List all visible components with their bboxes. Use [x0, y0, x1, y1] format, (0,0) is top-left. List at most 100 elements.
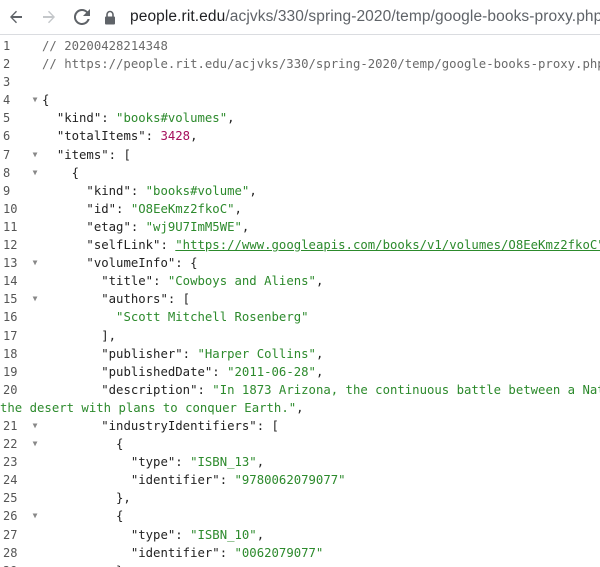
fold-arrow-icon[interactable]: ▼ — [28, 507, 42, 525]
json-string: "0062079077" — [234, 545, 324, 560]
code-text: "type": "ISBN_10", — [42, 526, 264, 544]
line-number-gutter: 20 — [0, 381, 42, 399]
json-punctuation: : — [219, 473, 235, 488]
reload-icon[interactable] — [67, 2, 97, 32]
code-line: 18 "publisher": "Harper Collins", — [0, 345, 600, 363]
json-punctuation: : — [219, 545, 235, 560]
code-line: 2 // https://people.rit.edu/acjvks/330/sp… — [0, 55, 600, 73]
line-number: 23 — [3, 455, 18, 470]
json-key: "selfLink" — [86, 238, 161, 253]
code-text: "publisher": "Harper Collins", — [42, 345, 323, 363]
json-punctuation — [42, 419, 101, 433]
json-key: "title" — [101, 274, 154, 289]
json-punctuation: { — [42, 509, 124, 524]
fold-placeholder — [28, 236, 42, 254]
code-line: 21 ▼ "industryIdentifiers": [ — [0, 417, 600, 435]
line-number: 5 — [3, 111, 11, 126]
code-text: "kind": "books#volumes", — [42, 109, 235, 127]
json-punctuation — [42, 238, 86, 252]
code-line: 3 — [0, 73, 600, 91]
fold-arrow-icon[interactable]: ▼ — [28, 290, 42, 308]
line-number: 21 — [3, 418, 18, 433]
json-key: "description" — [101, 382, 198, 397]
code-line: 12 "selfLink": "https://www.googleapis.c… — [0, 236, 600, 254]
code-line: 25 }, — [0, 489, 600, 507]
line-number-gutter: 27 — [0, 526, 42, 544]
fold-arrow-icon[interactable]: ▼ — [28, 164, 42, 182]
fold-placeholder — [28, 200, 42, 218]
json-key: "industryIdentifiers" — [101, 418, 257, 433]
line-number: 8 — [3, 165, 11, 180]
fold-placeholder — [28, 453, 42, 471]
address-bar[interactable]: people.rit.edu/acjvks/330/spring-2020/te… — [104, 0, 600, 34]
json-punctuation: { — [42, 93, 50, 108]
code-text: "etag": "wj9U7ImM5WE", — [42, 218, 249, 236]
code-line: 11 "etag": "wj9U7ImM5WE", — [0, 218, 600, 236]
fold-placeholder — [28, 127, 42, 145]
json-punctuation — [42, 347, 101, 361]
json-punctuation: : [ — [108, 147, 131, 162]
code-text: "selfLink": "https://www.googleapis.com/… — [42, 236, 600, 254]
code-text: "title": "Cowboys and Aliens", — [42, 272, 323, 290]
code-comment: // https://people.rit.edu/acjvks/330/spr… — [42, 57, 600, 72]
json-string: "ISBN_10" — [190, 527, 257, 542]
code-line: 13 ▼ "volumeInfo": { — [0, 254, 600, 272]
code-line: 4 ▼{ — [0, 91, 600, 109]
code-text: "items": [ — [42, 146, 131, 164]
back-arrow-icon[interactable] — [1, 2, 31, 32]
json-key: "kind" — [86, 183, 131, 198]
fold-placeholder — [28, 345, 42, 363]
fold-arrow-icon[interactable]: ▼ — [28, 254, 42, 272]
forward-arrow-icon[interactable] — [34, 2, 64, 32]
json-punctuation: : [ — [167, 292, 191, 307]
json-punctuation: { — [42, 165, 80, 180]
line-number: 3 — [3, 75, 11, 90]
json-key: "publisher" — [101, 346, 183, 361]
line-number-gutter: 7 ▼ — [0, 146, 42, 164]
json-punctuation — [42, 220, 86, 234]
json-link[interactable]: "https://www.googleapis.com/books/v1/vol… — [175, 238, 600, 252]
lock-icon[interactable] — [104, 9, 116, 25]
code-text: }, — [42, 489, 131, 507]
line-number-gutter: 8 ▼ — [0, 164, 42, 182]
line-number: 10 — [3, 201, 18, 216]
line-number-gutter: 18 — [0, 345, 42, 363]
line-number: 11 — [3, 219, 18, 234]
code-line: 8 ▼ { — [0, 164, 600, 182]
code-line: 6 "totalItems": 3428, — [0, 127, 600, 145]
url-host: people.rit.edu — [130, 8, 226, 25]
code-line: 29 } — [0, 562, 600, 567]
json-viewer: 1 // 20200428214348 2 // https://people.rit… — [0, 34, 600, 567]
code-text: "industryIdentifiers": [ — [42, 417, 279, 435]
line-number: 27 — [3, 527, 18, 542]
code-text: { — [42, 507, 123, 525]
fold-arrow-icon[interactable]: ▼ — [28, 417, 42, 435]
json-key: "totalItems" — [56, 129, 146, 144]
code-line: 5 "kind": "books#volumes", — [0, 109, 600, 127]
json-key: "kind" — [56, 111, 102, 126]
fold-arrow-icon[interactable]: ▼ — [28, 435, 42, 453]
url-text: people.rit.edu/acjvks/330/spring-2020/te… — [130, 8, 600, 26]
code-text: "type": "ISBN_13", — [42, 453, 264, 471]
fold-placeholder — [28, 562, 42, 567]
code-text: "identifier": "0062079077" — [42, 544, 324, 562]
fold-placeholder — [28, 308, 42, 326]
json-string: "ISBN_13" — [190, 455, 257, 470]
fold-arrow-icon[interactable]: ▼ — [28, 146, 42, 164]
line-number-gutter: 12 — [0, 236, 42, 254]
json-string: "Cowboys and Aliens" — [167, 274, 316, 289]
json-punctuation — [42, 473, 131, 487]
code-text: "Scott Mitchell Rosenberg" — [42, 308, 309, 326]
code-text: ], — [42, 327, 116, 345]
fold-placeholder — [28, 471, 42, 489]
json-punctuation: , — [256, 527, 265, 542]
json-key: "etag" — [86, 219, 131, 234]
fold-arrow-icon[interactable]: ▼ — [28, 91, 42, 109]
json-punctuation — [42, 129, 57, 143]
line-number: 14 — [3, 274, 18, 289]
json-punctuation: , — [227, 111, 235, 126]
code-text: "publishedDate": "2011-06-28", — [42, 363, 323, 381]
json-punctuation: ], — [42, 328, 117, 343]
line-number-gutter: 19 — [0, 363, 42, 381]
line-number-gutter: 2 — [0, 55, 42, 73]
